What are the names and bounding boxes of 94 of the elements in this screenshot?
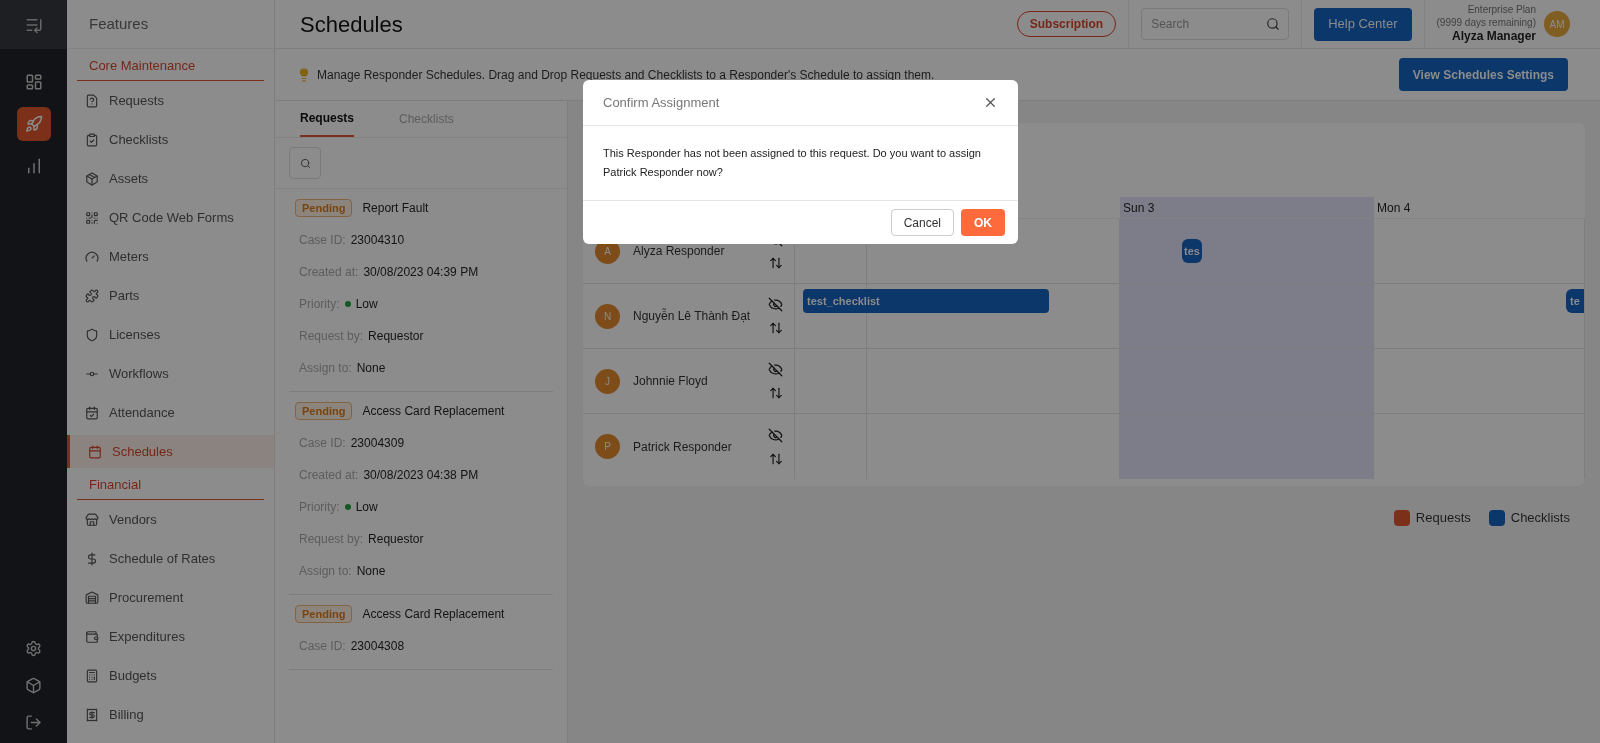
logout-icon[interactable] <box>25 714 42 731</box>
legend-label: Checklists <box>1510 509 1570 527</box>
responder-avatar: J <box>595 368 620 394</box>
field-value: 30/08/2023 04:39 PM <box>363 264 479 281</box>
sidebar-item[interactable]: Vendors <box>67 503 274 536</box>
rocket-icon[interactable] <box>16 107 51 141</box>
calendar-check-icon <box>85 405 99 420</box>
search-field[interactable]: Search <box>1141 8 1290 40</box>
responder-name: Nguyễn Lê Thành Đạt <box>633 307 752 325</box>
settings-icon[interactable] <box>25 640 42 657</box>
day-column-header: Sun 3 <box>1120 197 1374 218</box>
field-value: None <box>356 563 386 580</box>
sidebar-item[interactable]: Billing <box>67 698 274 731</box>
eye-off-icon[interactable] <box>768 297 783 312</box>
list-tab[interactable]: Requests <box>300 101 355 137</box>
close-button[interactable] <box>983 95 998 110</box>
receipt-icon <box>85 707 99 722</box>
responder-name: Patrick Responder <box>633 438 733 456</box>
responder-avatar: N <box>595 303 620 329</box>
dialog-title: Confirm Assignment <box>603 93 720 112</box>
sidebar-item[interactable]: Workflows <box>67 357 274 390</box>
status-badge: Pending <box>295 199 353 217</box>
shield-icon <box>85 327 99 342</box>
sort-icon[interactable] <box>768 386 783 400</box>
sidebar-item[interactable]: QR Code Web Forms <box>67 201 274 234</box>
day-cell[interactable]: tes <box>1120 219 1374 283</box>
field-value: 23004309 <box>350 435 405 452</box>
qr-code-icon <box>85 210 99 225</box>
gauge-icon <box>85 249 99 264</box>
warehouse-icon <box>85 590 99 605</box>
help-center-button[interactable]: Help Center <box>1314 7 1412 41</box>
sidebar-item[interactable]: Schedule of Rates <box>67 542 274 575</box>
calendar-icon <box>88 444 102 459</box>
sidebar-item[interactable]: Schedules <box>67 435 274 468</box>
day-column-header: Mon 4 <box>1376 199 1412 217</box>
page-title: Schedules <box>300 10 403 39</box>
request-title: Access Card Replacement <box>362 403 505 420</box>
user-name: Alyza Manager <box>1451 29 1536 44</box>
plan-days: (9999 days remaining) <box>1436 16 1536 29</box>
puzzle-icon <box>85 288 99 303</box>
section-heading: Core Maintenance <box>89 58 196 73</box>
search-icon <box>299 157 311 169</box>
sidebar-item[interactable]: Licenses <box>67 318 274 351</box>
schedule-event[interactable]: test_checklist <box>803 289 1049 313</box>
plan-label: Enterprise Plan <box>1467 4 1536 17</box>
sidebar-item[interactable]: Checklists <box>67 123 274 156</box>
request-title: Report Fault <box>362 200 429 217</box>
responder-avatar: P <box>595 434 620 459</box>
sidebar-title: Features <box>89 13 149 34</box>
status-badge: Pending <box>295 402 353 420</box>
section-heading: Financial <box>89 477 142 492</box>
status-badge: Pending <box>295 605 353 623</box>
question-icon <box>85 93 99 108</box>
sort-icon[interactable] <box>768 321 783 335</box>
sort-icon[interactable] <box>768 451 783 466</box>
responder-name: Johnnie Floyd <box>633 373 709 390</box>
sidebar-item[interactable]: Procurement <box>67 581 274 614</box>
field-value: 23004308 <box>350 638 405 655</box>
sort-icon[interactable] <box>768 256 783 270</box>
field-value: Requestor <box>368 328 424 345</box>
view-settings-button[interactable]: View Schedules Settings <box>1398 58 1568 91</box>
lightbulb-icon <box>297 67 311 82</box>
field-value: Requestor <box>368 531 424 548</box>
search-icon <box>1266 17 1281 31</box>
sidebar-item[interactable]: Expenditures <box>67 620 274 653</box>
dialog-message: This Responder has not been assigned to this request. Do you want to assign Patrick Responder now? <box>603 146 982 180</box>
responder-name: Alyza Responder <box>633 243 726 260</box>
field-value: 30/08/2023 04:38 PM <box>363 467 479 484</box>
legend-label: Requests <box>1415 509 1471 527</box>
field-value: Low <box>355 499 378 516</box>
sidebar-item[interactable]: Parts <box>67 279 274 312</box>
dollar-icon <box>85 551 99 566</box>
eye-off-icon[interactable] <box>768 362 783 377</box>
store-icon <box>85 512 99 527</box>
field-value: Low <box>355 296 378 313</box>
request-title: Access Card Replacement <box>362 606 505 623</box>
search-button[interactable] <box>289 147 321 179</box>
clipboard-icon <box>85 132 99 147</box>
schedule-event[interactable]: te <box>1566 289 1584 313</box>
wallet-icon <box>85 629 99 644</box>
box-icon <box>85 171 99 186</box>
field-value: None <box>356 360 386 377</box>
field-value: 23004310 <box>350 232 405 249</box>
sidebar-item[interactable]: Requests <box>67 84 274 117</box>
schedule-event[interactable]: tes <box>1182 239 1202 263</box>
cancel-button[interactable]: Cancel <box>890 209 954 236</box>
sidebar-item[interactable]: Budgets <box>67 659 274 692</box>
ok-button[interactable]: OK <box>961 209 1005 236</box>
eye-off-icon[interactable] <box>768 427 783 443</box>
cube-icon[interactable] <box>25 677 42 694</box>
sidebar-item[interactable]: Attendance <box>67 396 274 429</box>
sidebar-item[interactable]: Assets <box>67 162 274 195</box>
calculator-icon <box>85 668 99 683</box>
sidebar-item[interactable]: Meters <box>67 240 274 273</box>
